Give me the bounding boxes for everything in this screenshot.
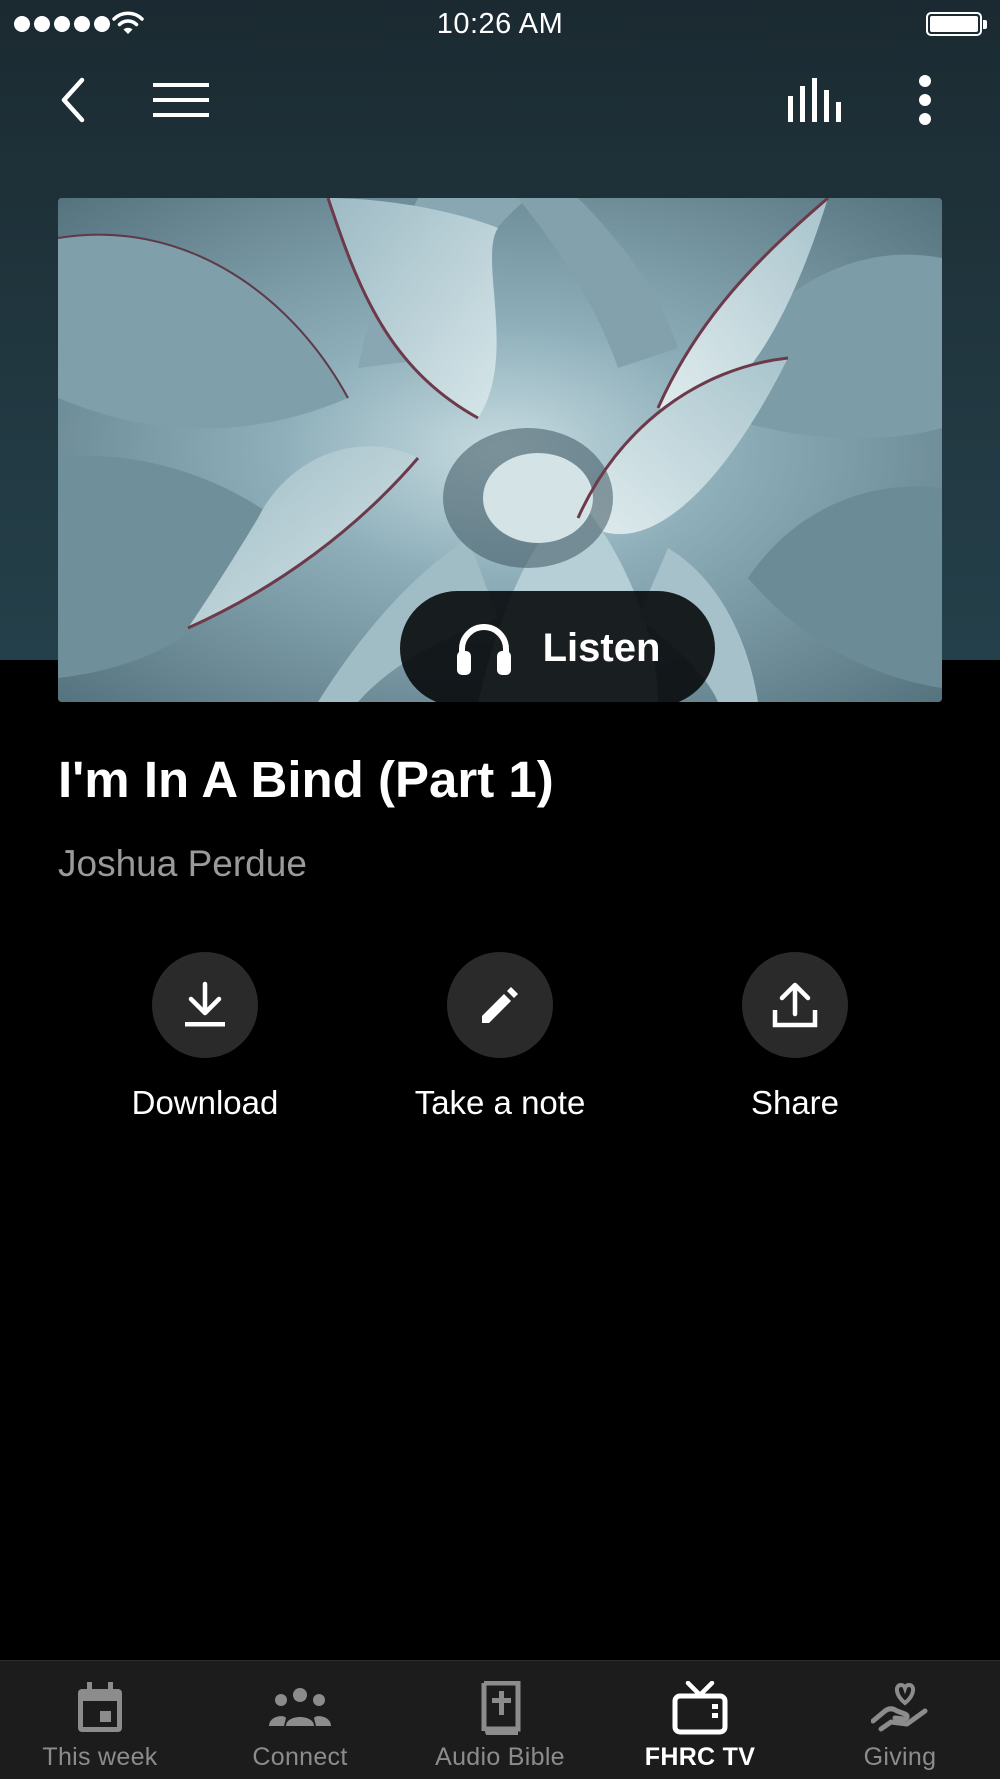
calendar-icon	[78, 1682, 122, 1732]
share-action[interactable]: Share	[685, 952, 905, 1122]
download-button[interactable]	[152, 952, 258, 1058]
headphones-icon	[456, 623, 511, 675]
hamburger-icon	[153, 83, 209, 117]
sermon-artwork: Listen	[58, 198, 942, 702]
sermon-speaker: Joshua Perdue	[58, 843, 307, 884]
tab-this-week[interactable]: This week	[0, 1661, 200, 1779]
status-bar: 10:26 AM	[0, 0, 1000, 50]
take-note-label: Take a note	[414, 1084, 586, 1121]
equalizer-icon	[788, 78, 841, 122]
tab-label: FHRC TV	[644, 1743, 756, 1771]
now-playing-button[interactable]	[780, 70, 852, 130]
tab-giving[interactable]: Giving	[800, 1661, 1000, 1779]
giving-hand-icon	[871, 1682, 928, 1732]
download-icon	[185, 981, 225, 1027]
take-note-action[interactable]: Take a note	[390, 952, 610, 1122]
listen-button[interactable]: Listen	[400, 591, 715, 702]
vertical-dots-icon	[919, 75, 931, 125]
tab-label: Audio Bible	[435, 1743, 565, 1771]
people-icon	[269, 1688, 331, 1726]
back-button[interactable]	[44, 70, 104, 130]
menu-button[interactable]	[148, 70, 214, 130]
download-label: Download	[131, 1084, 279, 1121]
download-action[interactable]: Download	[95, 952, 315, 1122]
bottom-tab-bar: This week Connect Audio Bible FHRC TV Gi…	[0, 1660, 1000, 1779]
tab-audio-bible[interactable]: Audio Bible	[400, 1661, 600, 1779]
status-time: 10:26 AM	[436, 8, 564, 40]
tab-fhrc-tv[interactable]: FHRC TV	[600, 1661, 800, 1779]
take-note-button[interactable]	[447, 952, 553, 1058]
tab-connect[interactable]: Connect	[200, 1661, 400, 1779]
pencil-icon	[482, 987, 518, 1023]
tab-label: Connect	[252, 1743, 348, 1771]
chevron-left-icon	[61, 77, 85, 123]
sermon-title: I'm In A Bind (Part 1)	[58, 751, 554, 808]
share-label: Share	[750, 1084, 840, 1121]
tv-icon	[672, 1681, 728, 1735]
bible-icon	[481, 1681, 521, 1735]
tab-label: This week	[42, 1743, 158, 1771]
battery-icon	[926, 12, 987, 36]
listen-label: Listen	[542, 626, 661, 670]
more-options-button[interactable]	[900, 70, 950, 130]
share-icon	[772, 982, 818, 1028]
share-button[interactable]	[742, 952, 848, 1058]
tab-label: Giving	[863, 1743, 937, 1771]
